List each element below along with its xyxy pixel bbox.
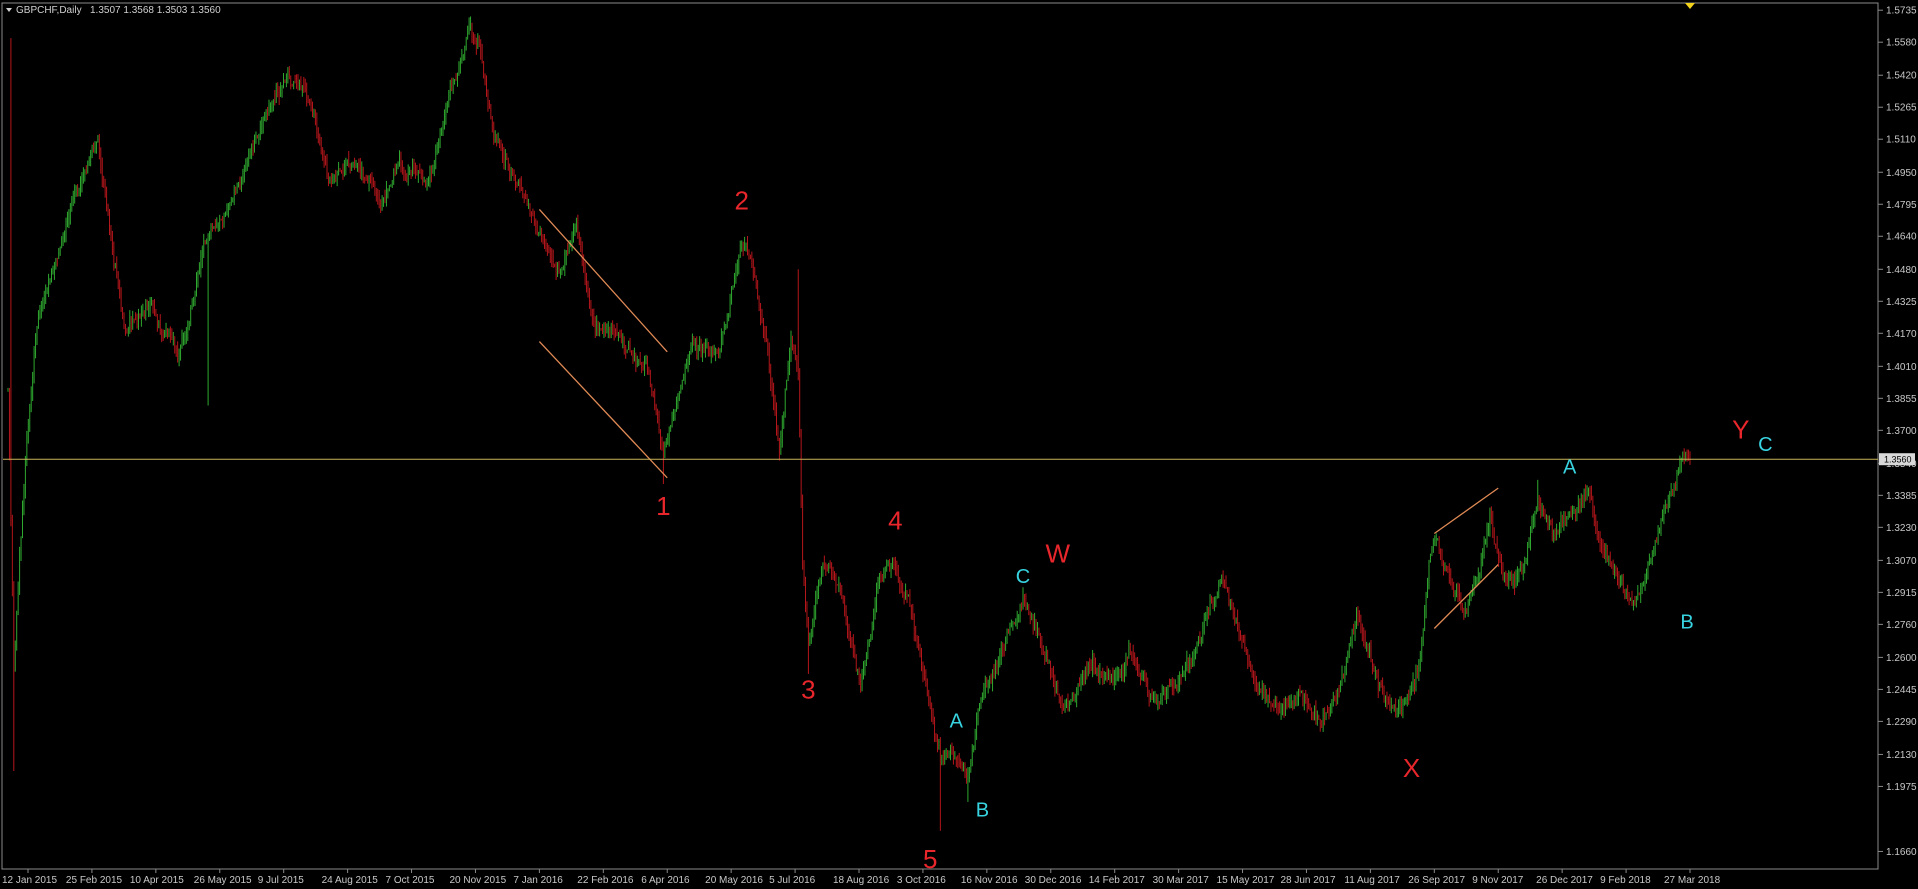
x-tick-label: 27 Mar 2018 [1664,875,1721,886]
y-tick-label: 1.5580 [1886,38,1917,49]
x-tick-label: 9 Jul 2015 [258,875,305,886]
wave-label: C [1016,566,1030,588]
price-tag: 1.3560 [1879,453,1915,466]
y-tick-label: 1.3855 [1886,394,1917,405]
y-tick-label: 1.5110 [1886,135,1916,146]
y-tick-label: 1.2445 [1886,685,1917,696]
x-tick-label: 15 May 2017 [1217,875,1275,886]
wave-label: C [1758,434,1772,456]
y-tick-label: 1.4325 [1886,297,1917,308]
y-tick-label: 1.5735 [1886,6,1917,17]
y-tick-label: 1.2130 [1886,750,1917,761]
y-tick-label: 1.4795 [1886,200,1917,211]
ohlc-readout: 1.3507 1.3568 1.3503 1.3560 [90,5,221,16]
y-tick-label: 1.2290 [1886,717,1917,728]
x-tick-label: 26 Dec 2017 [1536,875,1593,886]
x-tick-label: 20 May 2016 [705,875,763,886]
y-tick-label: 1.4640 [1886,232,1917,243]
x-tick-label: 11 Aug 2017 [1344,875,1400,886]
y-tick-label: 1.5420 [1886,71,1917,82]
wave-label: B [976,799,989,821]
y-tick-label: 1.2760 [1886,620,1917,631]
y-tick-label: 1.2600 [1886,653,1917,664]
y-tick-label: 1.5265 [1886,103,1917,114]
x-tick-label: 25 Feb 2015 [66,875,123,886]
x-tick-label: 9 Feb 2018 [1600,875,1651,886]
x-tick-label: 7 Jan 2016 [513,875,563,886]
y-tick-label: 1.3230 [1886,523,1917,534]
y-tick-label: 1.4950 [1886,168,1917,179]
wave-label: A [950,711,964,733]
x-tick-label: 18 Aug 2016 [833,875,890,886]
channel-line [538,208,668,353]
x-tick-label: 7 Oct 2015 [386,875,435,886]
y-tick-label: 1.4480 [1886,265,1917,276]
y-tick-label: 1.4010 [1886,362,1917,373]
y-tick-label: 1.2915 [1886,588,1917,599]
x-tick-label: 30 Dec 2016 [1025,875,1082,886]
marker-triangle-icon [1685,3,1695,9]
candles [7,16,1691,831]
time-axis: 12 Jan 2015 25 Feb 2015 10 Apr 2015 26 May … [2,869,1721,886]
x-tick-label: 9 Nov 2017 [1472,875,1524,886]
x-tick-label: 5 Jul 2016 [769,875,816,886]
x-tick-label: 30 Mar 2017 [1153,875,1210,886]
x-tick-label: 3 Oct 2016 [897,875,946,886]
wave-label: A [1563,457,1577,479]
wave-label: 3 [801,675,815,705]
y-tick-label: 1.1660 [1886,847,1917,858]
wave-label: X [1403,753,1420,783]
x-tick-label: 24 Aug 2015 [322,875,379,886]
x-tick-label: 6 Apr 2016 [641,875,690,886]
x-tick-label: 10 Apr 2015 [130,875,184,886]
chart-svg: 1.5735 1.5580 1.5420 1.5265 1.5110 1.4950 1.47… [1,2,1917,886]
x-tick-label: 14 Feb 2017 [1089,875,1146,886]
wave-label: B [1680,611,1693,633]
x-tick-label: 26 May 2015 [194,875,252,886]
wave-label: 1 [656,491,670,521]
price-axis-ticks: 1.5735 1.5580 1.5420 1.5265 1.5110 1.4950 1.47… [1878,6,1917,858]
y-tick-label: 1.4170 [1886,329,1917,340]
wave-label: 2 [734,185,748,215]
y-tick-label: 1.3700 [1886,426,1917,437]
x-tick-label: 16 Nov 2016 [961,875,1018,886]
wave-labels: 1 2 3 4 5 W X Y A B C A B C [656,185,1772,874]
wave-label: 5 [923,844,937,874]
y-tick-label: 1.3070 [1886,556,1917,567]
symbol-title: GBPCHF,Daily [16,5,82,16]
candlestick-chart[interactable]: 1.5735 1.5580 1.5420 1.5265 1.5110 1.4950 1.47… [0,0,1918,889]
wave-label: 4 [888,505,902,535]
current-price-label: 1.3560 [1884,455,1912,465]
wave-label: Y [1732,415,1749,445]
y-tick-label: 1.1975 [1886,782,1917,793]
x-tick-label: 26 Sep 2017 [1408,875,1465,886]
x-tick-label: 28 Jun 2017 [1280,875,1335,886]
wave-label: W [1046,538,1071,568]
x-tick-label: 20 Nov 2015 [449,875,506,886]
menu-triangle-icon[interactable] [6,8,12,12]
x-tick-label: 12 Jan 2015 [2,875,57,886]
y-tick-label: 1.3385 [1886,491,1917,502]
channel-line [538,341,668,479]
x-tick-label: 22 Feb 2016 [577,875,634,886]
